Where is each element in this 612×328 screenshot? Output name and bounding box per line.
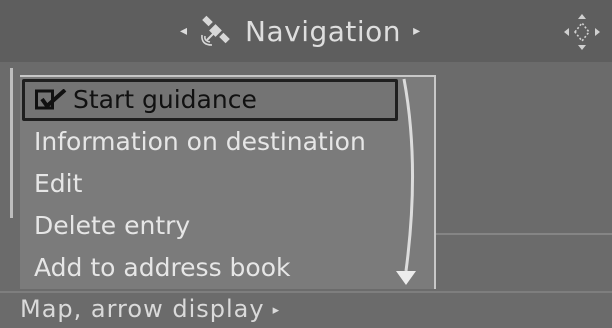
satellite-icon bbox=[201, 15, 230, 46]
header-title-group[interactable]: ◂ Navigation ▸ bbox=[180, 12, 420, 50]
footer-right-arrow-icon: ▸ bbox=[272, 303, 281, 318]
scroll-indicator[interactable] bbox=[376, 75, 436, 289]
menu-item-label: Information on destination bbox=[34, 127, 366, 156]
navigation-screen: ◂ Navigation ▸ Start guidance Informatio… bbox=[0, 0, 612, 328]
destination-options-menu: Start guidance Information on destinatio… bbox=[20, 75, 436, 289]
left-edge-line bbox=[10, 68, 13, 218]
menu-item-label: Edit bbox=[34, 169, 83, 198]
controller-direction-icon bbox=[564, 14, 600, 50]
menu-item-label: Add to address book bbox=[34, 253, 291, 282]
menu-item-information-on-destination[interactable]: Information on destination bbox=[20, 122, 404, 162]
header-title: Navigation bbox=[245, 14, 402, 48]
menu-item-delete-entry[interactable]: Delete entry bbox=[20, 206, 404, 246]
menu-item-add-to-address-book[interactable]: Add to address book bbox=[20, 248, 404, 288]
checkmark-icon bbox=[35, 89, 67, 110]
footer-label: Map, arrow display bbox=[20, 295, 265, 323]
header-right-arrow-icon[interactable]: ▸ bbox=[413, 23, 420, 39]
menu-item-start-guidance[interactable]: Start guidance bbox=[22, 79, 398, 121]
scroll-down-arrow-icon[interactable] bbox=[396, 271, 416, 285]
menu-item-label: Delete entry bbox=[34, 211, 191, 240]
footer-map-arrow-display[interactable]: Map, arrow display ▸ bbox=[20, 295, 280, 325]
menu-item-label: Start guidance bbox=[73, 85, 257, 114]
header-bar: ◂ Navigation ▸ bbox=[0, 0, 612, 62]
footer-divider bbox=[0, 291, 612, 293]
menu-item-edit[interactable]: Edit bbox=[20, 164, 404, 204]
header-left-arrow-icon[interactable]: ◂ bbox=[180, 23, 187, 39]
